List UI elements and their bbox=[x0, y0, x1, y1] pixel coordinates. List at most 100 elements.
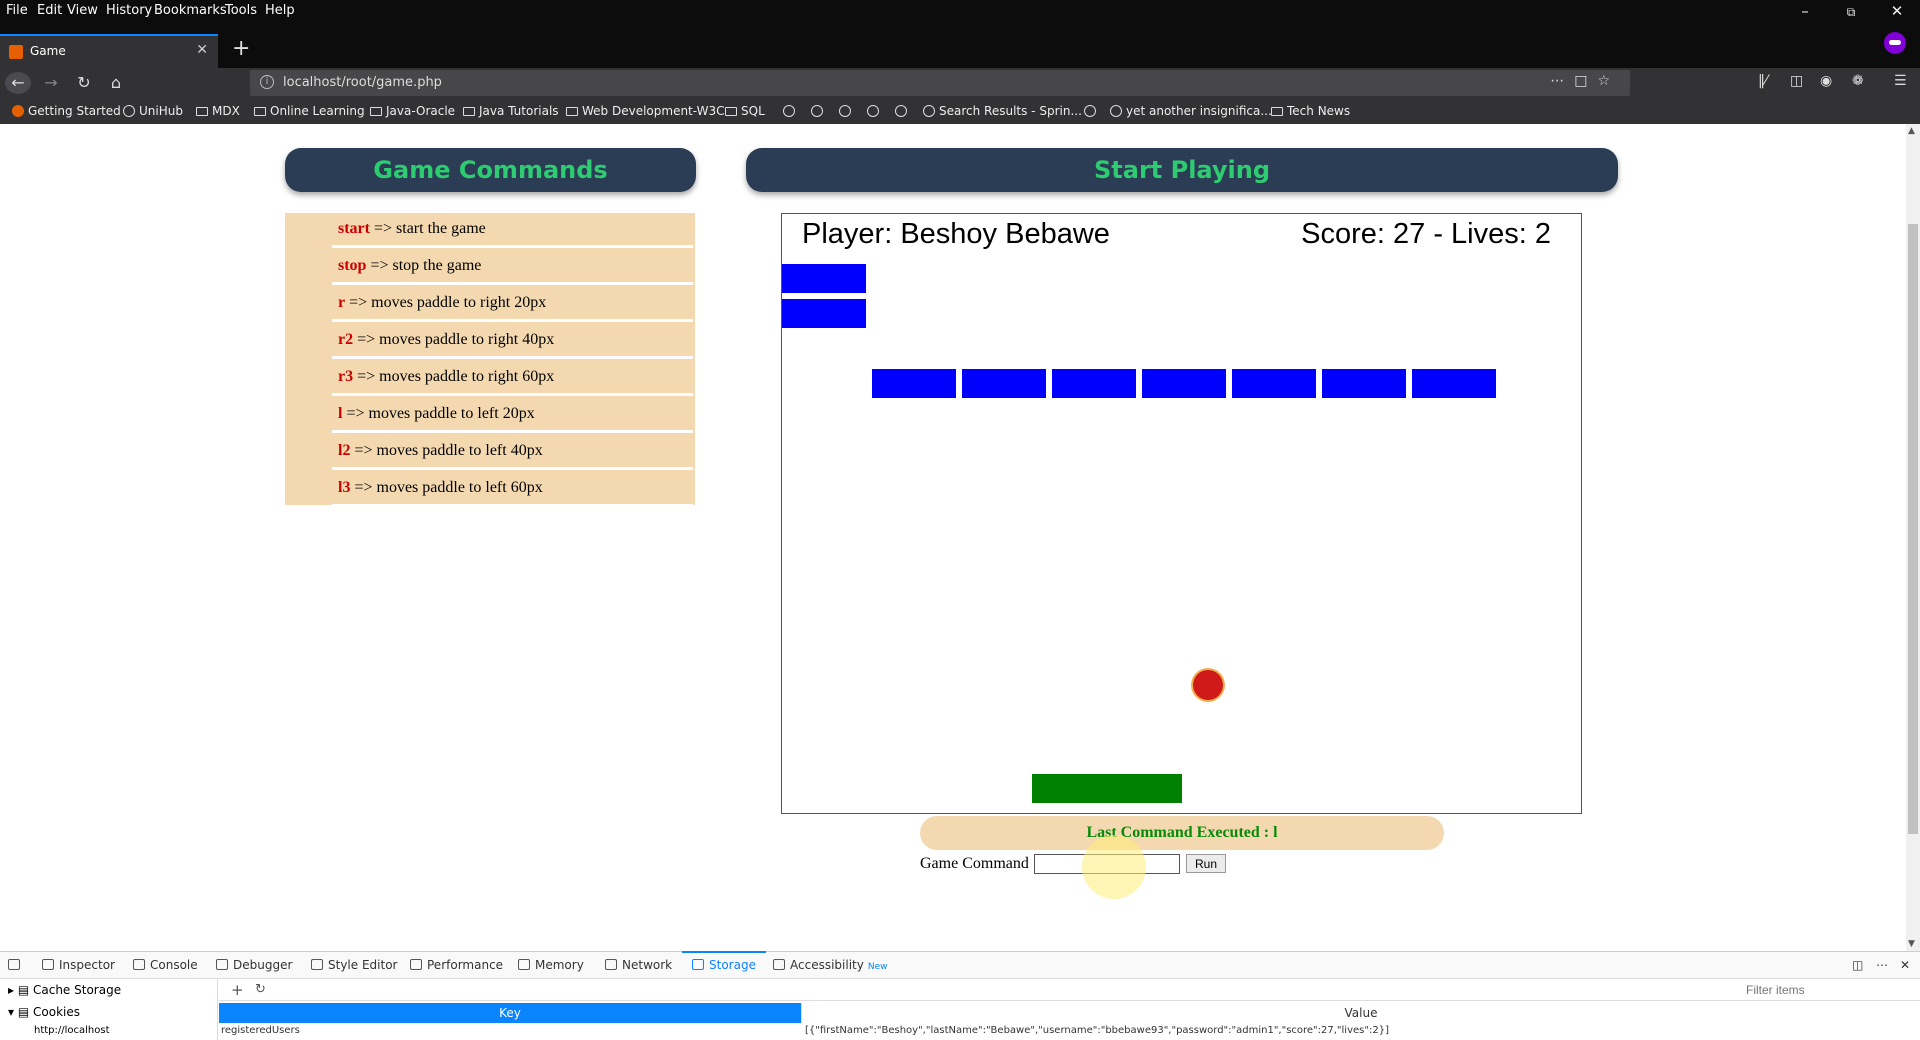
globe-icon bbox=[783, 105, 795, 117]
folder-icon bbox=[196, 107, 208, 116]
table-row-key[interactable]: registeredUsers bbox=[221, 1025, 300, 1036]
folder-icon bbox=[254, 107, 266, 116]
folder-icon bbox=[566, 107, 578, 116]
bookmark-item[interactable]: Getting Started bbox=[12, 104, 121, 118]
private-browsing-mask-icon bbox=[1884, 32, 1906, 54]
tab-bar: Game ✕ + bbox=[0, 22, 1920, 68]
scroll-thumb[interactable] bbox=[1908, 224, 1918, 834]
last-command-status: Last Command Executed : l bbox=[920, 816, 1444, 850]
brick bbox=[1412, 369, 1496, 398]
close-window-icon[interactable]: ✕ bbox=[1882, 2, 1912, 20]
scroll-down-icon[interactable]: ▼ bbox=[1908, 939, 1915, 949]
brick bbox=[962, 369, 1046, 398]
tab-inspector[interactable]: Inspector bbox=[42, 958, 115, 972]
url-bar[interactable]: i localhost/root/game.php ⋯□☆ bbox=[250, 70, 1630, 96]
add-item-icon[interactable]: + bbox=[231, 981, 244, 999]
game-canvas[interactable]: Player: Beshoy Bebawe Score: 27 - Lives:… bbox=[781, 213, 1582, 814]
filter-items-input[interactable] bbox=[1732, 981, 1912, 999]
list-item: r2 => moves paddle to right 40px bbox=[332, 324, 693, 359]
commands-list: start => start the game stop => stop the… bbox=[285, 213, 695, 507]
library-icon[interactable]: ‖⁄ bbox=[1758, 73, 1767, 89]
element-picker-icon[interactable] bbox=[8, 958, 25, 972]
minimize-icon[interactable]: – bbox=[1790, 2, 1820, 20]
bookmark-item[interactable]: SQL bbox=[725, 104, 765, 118]
globe-icon bbox=[123, 105, 135, 117]
tab-accessibility[interactable]: Accessibility New bbox=[773, 958, 887, 972]
back-arrow-icon[interactable]: ← bbox=[5, 72, 31, 94]
devtools-panel: Inspector Console Debugger Style Editor … bbox=[0, 951, 1920, 1040]
extension-gear-icon[interactable]: ❁ bbox=[1852, 73, 1864, 89]
page-scrollbar[interactable]: ▲ ▼ bbox=[1906, 124, 1920, 951]
menu-edit[interactable]: Edit bbox=[37, 3, 62, 18]
new-tab-icon[interactable]: + bbox=[232, 36, 250, 61]
run-button[interactable]: Run bbox=[1186, 854, 1226, 873]
mouse-cursor-highlight bbox=[1082, 835, 1146, 899]
column-header-value[interactable]: Value bbox=[801, 1003, 1920, 1023]
bookmark-item[interactable]: MDX bbox=[196, 104, 240, 118]
tree-item-cookies[interactable]: ▾ ▤ Cookies bbox=[8, 1005, 80, 1019]
game-command-label: Game Command bbox=[920, 855, 1029, 872]
menu-history[interactable]: History bbox=[106, 3, 152, 18]
close-tab-icon[interactable]: ✕ bbox=[196, 42, 208, 58]
dock-icon[interactable]: ◫ bbox=[1852, 958, 1863, 972]
refresh-icon[interactable]: ↻ bbox=[255, 982, 266, 997]
close-devtools-icon[interactable]: ✕ bbox=[1900, 958, 1910, 972]
tab-storage[interactable]: Storage bbox=[682, 951, 766, 972]
folder-icon bbox=[463, 107, 475, 116]
bookmark-globe[interactable] bbox=[867, 104, 883, 118]
style-editor-icon bbox=[311, 959, 323, 970]
tab-style-editor[interactable]: Style Editor bbox=[311, 958, 397, 972]
menu-tools[interactable]: Tools bbox=[225, 3, 257, 18]
tab-network[interactable]: Network bbox=[605, 958, 672, 972]
brick bbox=[1142, 369, 1226, 398]
bookmark-globe[interactable] bbox=[783, 104, 799, 118]
bookmark-globe[interactable] bbox=[839, 104, 855, 118]
tab-game[interactable]: Game ✕ bbox=[0, 34, 218, 68]
storage-icon bbox=[692, 959, 704, 970]
bookmark-item[interactable]: Online Learning bbox=[254, 104, 365, 118]
folder-icon bbox=[1271, 107, 1283, 116]
page-actions-icons[interactable]: ⋯□☆ bbox=[1550, 73, 1620, 89]
tree-item-localhost[interactable]: http://localhost bbox=[34, 1025, 110, 1036]
tree-item-cache-storage[interactable]: ▸ ▤ Cache Storage bbox=[8, 983, 121, 997]
restore-icon[interactable]: ⧉ bbox=[1836, 5, 1866, 20]
bookmark-item[interactable]: yet another insignifica... bbox=[1110, 104, 1272, 118]
forward-arrow-icon[interactable]: → bbox=[38, 72, 64, 94]
tab-memory[interactable]: Memory bbox=[518, 958, 584, 972]
extension-mask-icon[interactable]: ◉ bbox=[1820, 73, 1832, 89]
firefox-icon bbox=[12, 105, 24, 117]
bookmark-item[interactable]: Java Tutorials bbox=[463, 104, 559, 118]
menu-help[interactable]: Help bbox=[265, 3, 295, 18]
more-options-icon[interactable]: ⋯ bbox=[1876, 958, 1888, 972]
globe-icon bbox=[839, 105, 851, 117]
list-item: r3 => moves paddle to right 60px bbox=[332, 361, 693, 396]
hamburger-menu-icon[interactable]: ☰ bbox=[1894, 73, 1907, 89]
home-icon[interactable]: ⌂ bbox=[103, 72, 129, 94]
brick bbox=[1232, 369, 1316, 398]
brick bbox=[782, 264, 866, 293]
site-info-icon[interactable]: i bbox=[260, 75, 274, 89]
bookmark-item[interactable]: Java-Oracle bbox=[370, 104, 455, 118]
bookmark-globe[interactable] bbox=[895, 104, 911, 118]
menu-view[interactable]: View bbox=[67, 3, 98, 18]
bookmark-item[interactable]: UniHub bbox=[123, 104, 183, 118]
tab-debugger[interactable]: Debugger bbox=[216, 958, 292, 972]
scroll-up-icon[interactable]: ▲ bbox=[1908, 126, 1915, 136]
reload-icon[interactable]: ↻ bbox=[71, 72, 97, 94]
bookmark-item[interactable]: Web Development-W3C bbox=[566, 104, 724, 118]
bookmark-item[interactable]: Search Results - Sprin... bbox=[923, 104, 1082, 118]
sidebar-icon[interactable]: ◫ bbox=[1790, 73, 1803, 89]
menu-file[interactable]: File bbox=[6, 3, 28, 18]
storage-tree: ▸ ▤ Cache Storage ▾ ▤ Cookies http://loc… bbox=[0, 979, 218, 1040]
tab-console[interactable]: Console bbox=[133, 958, 198, 972]
globe-icon bbox=[1110, 105, 1122, 117]
table-row-value[interactable]: [{"firstName":"Beshoy","lastName":"Bebaw… bbox=[805, 1025, 1905, 1036]
memory-icon bbox=[518, 959, 530, 970]
bookmark-globe[interactable] bbox=[811, 104, 827, 118]
bookmark-globe[interactable] bbox=[1084, 104, 1100, 118]
score-lives: Score: 27 - Lives: 2 bbox=[1301, 218, 1551, 250]
menu-bookmarks[interactable]: Bookmarks bbox=[154, 3, 227, 18]
column-header-key[interactable]: Key bbox=[219, 1003, 801, 1023]
tab-performance[interactable]: Performance bbox=[410, 958, 503, 972]
bookmark-item[interactable]: Tech News bbox=[1271, 104, 1350, 118]
